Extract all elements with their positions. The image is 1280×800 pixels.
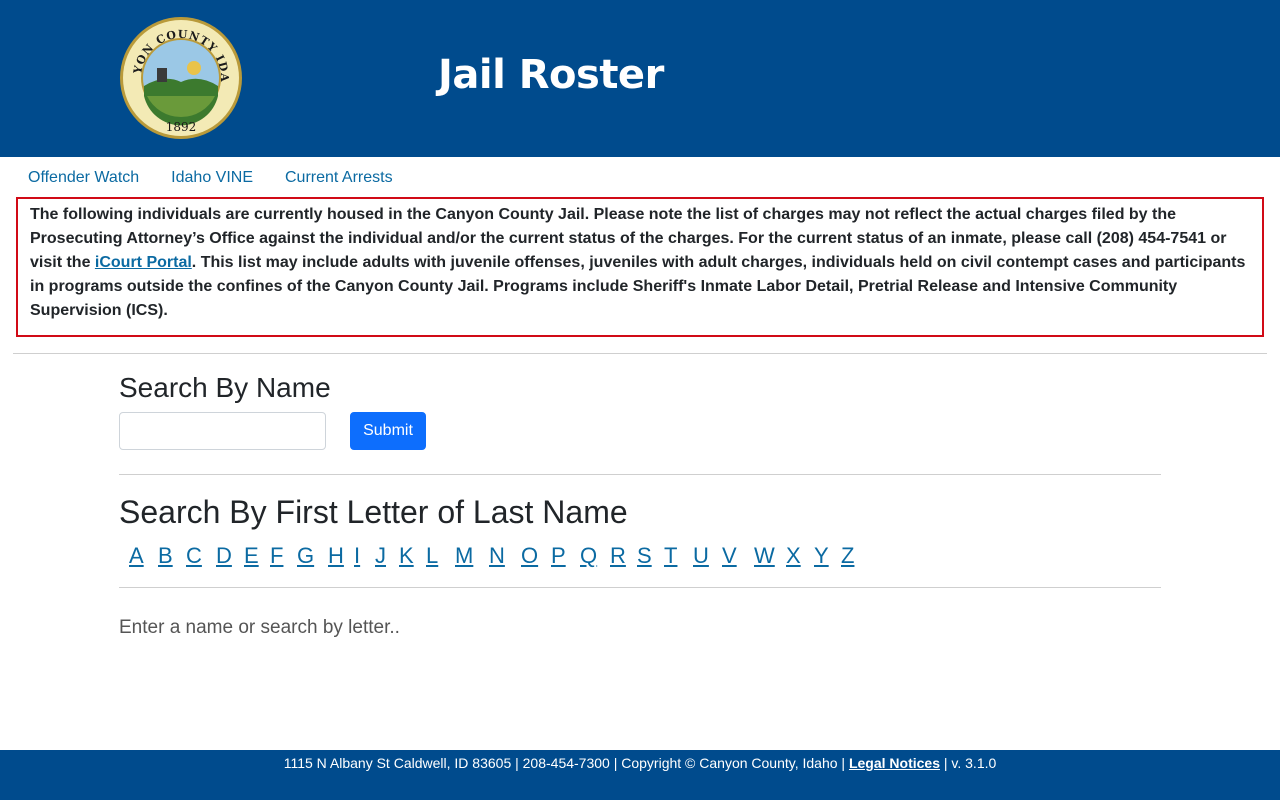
letter-link-e[interactable]: E [244, 541, 270, 571]
search-by-letter-heading: Search By First Letter of Last Name [119, 494, 628, 530]
letter-link-i[interactable]: I [354, 541, 375, 571]
letter-link-j[interactable]: J [375, 541, 399, 571]
legal-notices-link[interactable]: Legal Notices [849, 755, 940, 771]
letter-link-r[interactable]: R [610, 541, 637, 571]
letter-link-l[interactable]: L [426, 541, 455, 571]
site-footer: 1115 N Albany St Caldwell, ID 83605 | 20… [0, 750, 1280, 800]
letter-link-f[interactable]: F [270, 541, 297, 571]
letter-link-s[interactable]: S [637, 541, 664, 571]
letter-link-v[interactable]: V [722, 541, 754, 571]
nav-link-current-arrests[interactable]: Current Arrests [285, 167, 393, 189]
letter-link-t[interactable]: T [664, 541, 693, 571]
letter-link-k[interactable]: K [399, 541, 426, 571]
letter-link-c[interactable]: C [186, 541, 216, 571]
divider [119, 587, 1161, 588]
nav-link-offender-watch[interactable]: Offender Watch [28, 167, 139, 189]
letter-link-w[interactable]: W [754, 541, 786, 571]
divider [13, 353, 1267, 354]
submit-button[interactable]: Submit [350, 412, 426, 450]
letter-link-a[interactable]: A [129, 541, 158, 571]
letter-link-z[interactable]: Z [841, 541, 861, 571]
footer-text: 1115 N Albany St Caldwell, ID 83605 | 20… [283, 755, 849, 771]
site-header: CANYON COUNTY IDAHO 1892 Jail Roster [0, 0, 1280, 157]
search-by-name-heading: Search By Name [119, 372, 331, 403]
letter-link-b[interactable]: B [158, 541, 186, 571]
svg-text:1892: 1892 [166, 120, 197, 134]
nav-link-idaho-vine[interactable]: Idaho VINE [171, 167, 253, 189]
letter-link-m[interactable]: M [455, 541, 489, 571]
letter-links: ABCDEFGHIJKLMNOPQRSTUVWXYZ [129, 541, 861, 571]
letter-link-d[interactable]: D [216, 541, 244, 571]
letter-link-o[interactable]: O [521, 541, 551, 571]
county-seal-icon[interactable]: CANYON COUNTY IDAHO 1892 [119, 16, 243, 140]
top-nav: Offender Watch Idaho VINE Current Arrest… [28, 167, 393, 189]
letter-link-u[interactable]: U [693, 541, 722, 571]
page-title: Jail Roster [438, 52, 664, 98]
letter-link-p[interactable]: P [551, 541, 580, 571]
name-search-input[interactable] [119, 412, 326, 450]
jail-notice: The following individuals are currently … [16, 197, 1264, 337]
footer-version: | v. 3.1.0 [939, 755, 997, 771]
notice-text-after: . This list may include adults with juve… [30, 254, 1246, 319]
letter-link-g[interactable]: G [297, 541, 328, 571]
letter-link-h[interactable]: H [328, 541, 354, 571]
results-status: Enter a name or search by letter.. [119, 617, 400, 638]
divider [119, 474, 1161, 475]
letter-link-q[interactable]: Q [580, 541, 610, 571]
letter-link-n[interactable]: N [489, 541, 521, 571]
letter-link-x[interactable]: X [786, 541, 814, 571]
icourt-portal-link[interactable]: iCourt Portal [95, 254, 192, 271]
letter-link-y[interactable]: Y [814, 541, 841, 571]
